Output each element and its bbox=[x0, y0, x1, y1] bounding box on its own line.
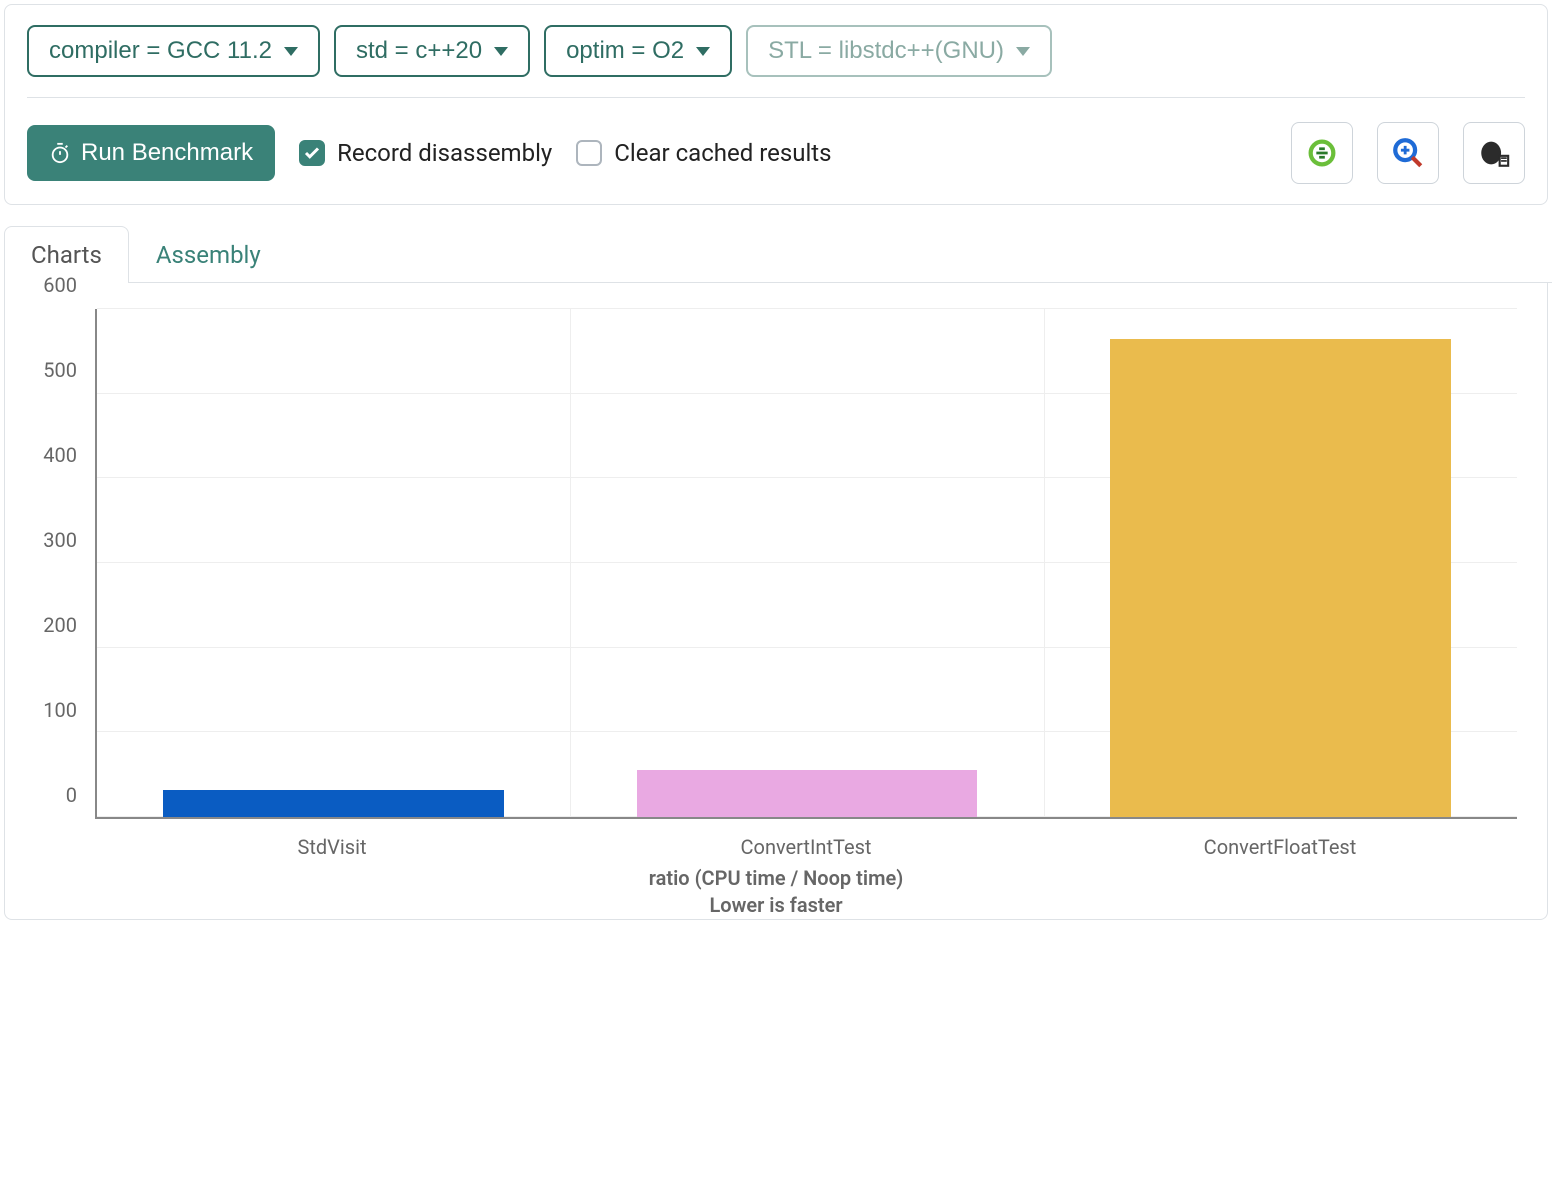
optim-dropdown[interactable]: optim = O2 bbox=[544, 25, 732, 77]
stl-dropdown-label: STL = libstdc++(GNU) bbox=[768, 37, 1004, 65]
chevron-down-icon bbox=[494, 47, 508, 56]
compiler-dropdown[interactable]: compiler = GCC 11.2 bbox=[27, 25, 320, 77]
std-dropdown[interactable]: std = c++20 bbox=[334, 25, 530, 77]
beaver-icon bbox=[1477, 136, 1511, 170]
chevron-down-icon bbox=[696, 47, 710, 56]
checkbox-unchecked-icon bbox=[576, 140, 602, 166]
run-benchmark-button[interactable]: Run Benchmark bbox=[27, 125, 275, 181]
x-label: StdVisit bbox=[95, 835, 569, 859]
x-label: ConvertIntTest bbox=[569, 835, 1043, 859]
clear-cached-label: Clear cached results bbox=[614, 139, 831, 167]
magnifier-icon bbox=[1391, 136, 1425, 170]
dbeaver-button[interactable] bbox=[1463, 122, 1525, 184]
x-axis-labels: StdVisitConvertIntTestConvertFloatTest bbox=[95, 835, 1517, 859]
chevron-down-icon bbox=[1016, 47, 1030, 56]
chart-caption-line2: Lower is faster bbox=[25, 892, 1527, 919]
chevron-down-icon bbox=[284, 47, 298, 56]
y-tick-label: 600 bbox=[43, 273, 77, 297]
record-disassembly-checkbox[interactable]: Record disassembly bbox=[299, 139, 552, 167]
record-disassembly-label: Record disassembly bbox=[337, 139, 552, 167]
clear-cached-checkbox[interactable]: Clear cached results bbox=[576, 139, 831, 167]
tab-charts-label: Charts bbox=[31, 241, 102, 269]
chart-caption-line1: ratio (CPU time / Noop time) bbox=[25, 865, 1527, 892]
y-tick-label: 100 bbox=[43, 698, 77, 722]
tab-assembly[interactable]: Assembly bbox=[129, 226, 288, 283]
stopwatch-icon bbox=[49, 142, 71, 164]
std-dropdown-label: std = c++20 bbox=[356, 37, 482, 65]
chart-caption: ratio (CPU time / Noop time) Lower is fa… bbox=[25, 865, 1527, 919]
y-axis: 0100200300400500600 bbox=[25, 309, 85, 819]
plot-area bbox=[95, 309, 1517, 819]
compiler-dropdown-label: compiler = GCC 11.2 bbox=[49, 37, 272, 65]
settings-panel: compiler = GCC 11.2 std = c++20 optim = … bbox=[4, 4, 1548, 205]
compiler-explorer-button[interactable] bbox=[1291, 122, 1353, 184]
bar-StdVisit bbox=[163, 790, 504, 817]
gear-code-icon bbox=[1305, 136, 1339, 170]
gridline bbox=[97, 308, 1517, 309]
x-label: ConvertFloatTest bbox=[1043, 835, 1517, 859]
optim-dropdown-label: optim = O2 bbox=[566, 37, 684, 65]
y-tick-label: 500 bbox=[43, 358, 77, 382]
cppinsights-button[interactable] bbox=[1377, 122, 1439, 184]
bar-ConvertIntTest bbox=[637, 770, 978, 817]
tab-assembly-label: Assembly bbox=[156, 241, 261, 269]
stl-dropdown[interactable]: STL = libstdc++(GNU) bbox=[746, 25, 1052, 77]
bar-chart: 0100200300400500600 StdVisitConvertIntTe… bbox=[25, 299, 1527, 899]
vline bbox=[570, 309, 571, 817]
chart-panel: 0100200300400500600 StdVisitConvertIntTe… bbox=[4, 283, 1548, 920]
run-benchmark-label: Run Benchmark bbox=[81, 139, 253, 167]
tabs: Charts Assembly bbox=[4, 225, 1552, 283]
action-row: Run Benchmark Record disassembly Clear c… bbox=[27, 122, 1525, 184]
y-tick-label: 0 bbox=[66, 783, 77, 807]
y-tick-label: 400 bbox=[43, 443, 77, 467]
y-tick-label: 200 bbox=[43, 613, 77, 637]
dropdown-row: compiler = GCC 11.2 std = c++20 optim = … bbox=[27, 25, 1525, 98]
checkbox-checked-icon bbox=[299, 140, 325, 166]
bar-ConvertFloatTest bbox=[1110, 339, 1451, 817]
vline bbox=[1044, 309, 1045, 817]
y-tick-label: 300 bbox=[43, 528, 77, 552]
